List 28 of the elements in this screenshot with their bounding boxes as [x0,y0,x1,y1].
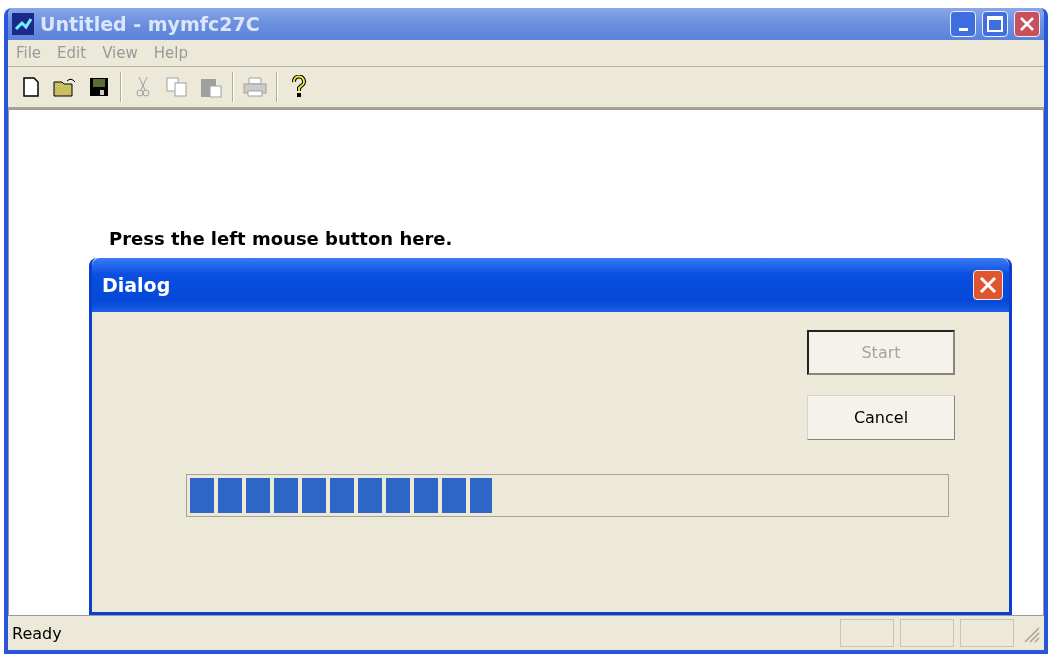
close-icon [1019,16,1035,32]
minimize-button[interactable] [950,11,976,37]
close-button[interactable] [1014,11,1040,37]
app-icon [12,13,34,35]
status-pane [960,619,1014,647]
menu-item[interactable]: Help [147,44,194,62]
close-icon [979,276,997,294]
minimize-icon [958,27,968,31]
status-text: Ready [12,623,63,643]
dialog-title: Dialog [102,274,172,296]
dialog-button[interactable]: Cancel [807,395,955,440]
copy-icon [166,77,188,97]
menu-item[interactable]: Edit [51,44,93,62]
maximize-icon [987,16,1003,32]
clipboard-icon [200,76,222,98]
menu-item[interactable]: View [96,44,144,62]
dialog-close-button[interactable] [973,270,1003,300]
window-title: Untitled - mymfc27C [40,13,261,35]
status-pane [900,619,954,647]
menu-item[interactable]: File [10,44,48,62]
folder-icon [53,77,77,97]
scissors-icon [135,76,151,98]
maximize-button[interactable] [982,11,1008,37]
question-mark-icon [291,75,307,99]
instruction-text: Press the left mouse button here. [109,228,453,249]
status-pane [840,619,894,647]
new-document-icon [23,77,39,97]
printer-icon [243,77,267,97]
